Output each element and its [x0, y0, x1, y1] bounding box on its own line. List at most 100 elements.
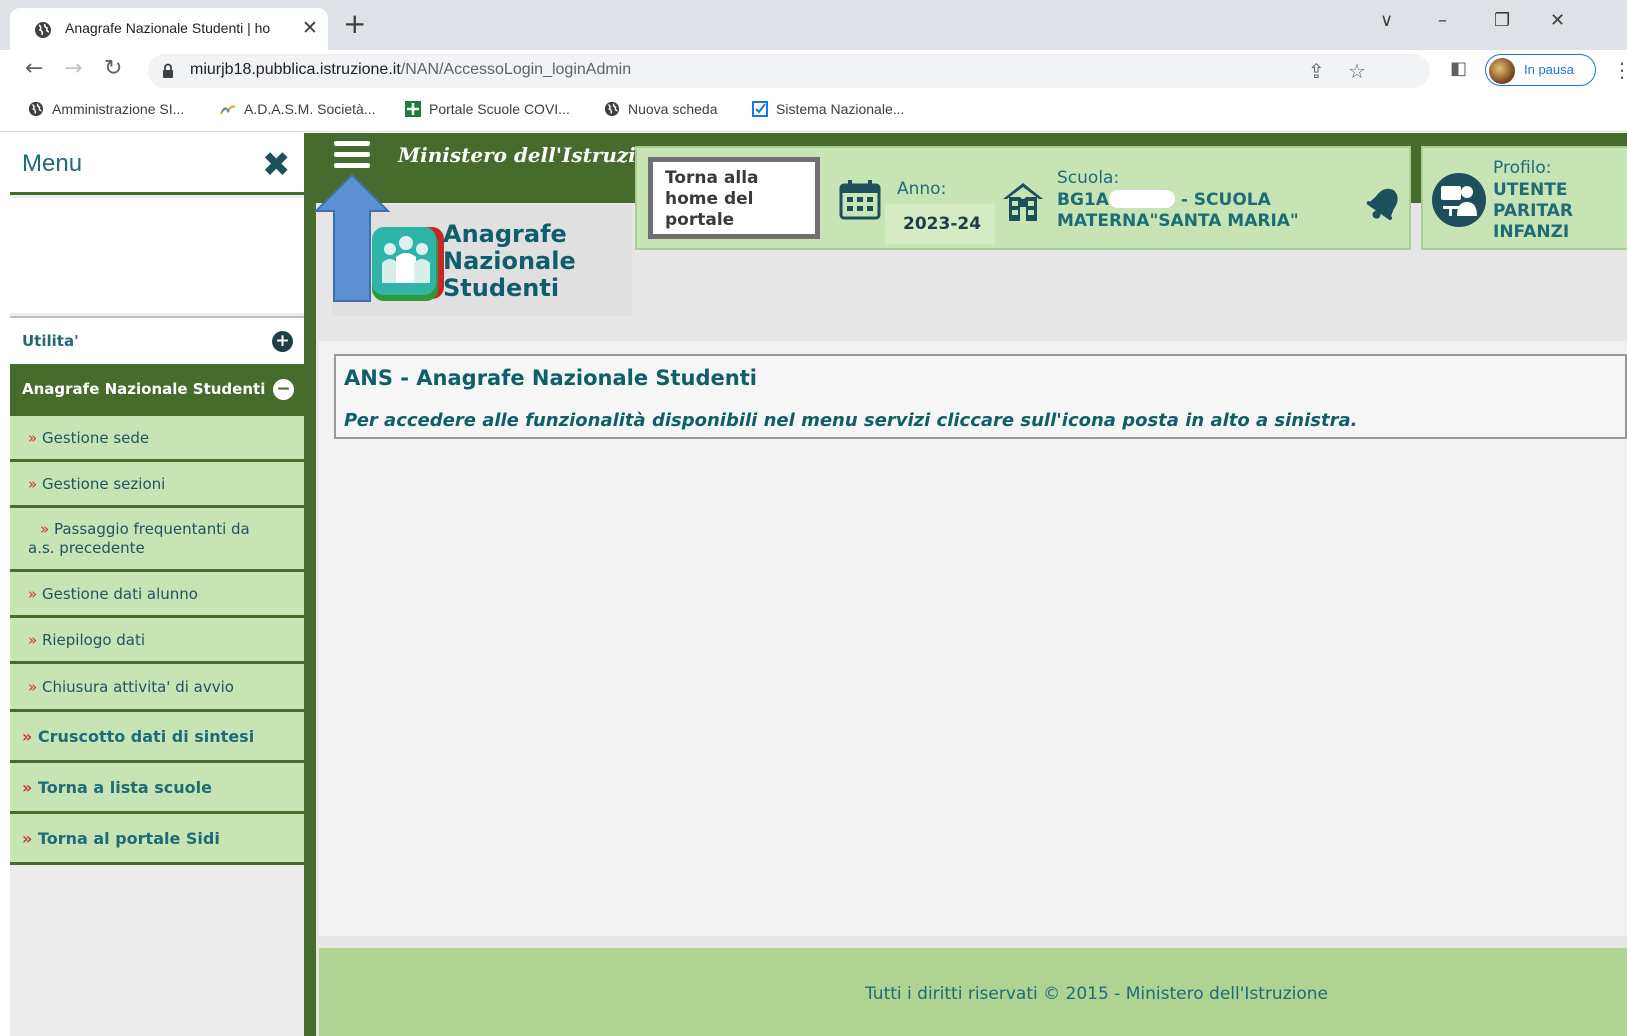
tab-close-icon[interactable]: ✕ [302, 17, 318, 39]
window-close-icon[interactable]: ✕ [1550, 10, 1565, 31]
sidebar-item-label: Passaggio frequentanti da a.s. precedent… [28, 520, 250, 557]
bullet: » [28, 585, 38, 603]
forward-icon[interactable]: → [64, 56, 82, 81]
bookmark-covid-portal[interactable]: Portale Scuole COVI... [405, 101, 570, 117]
anno-label: Anno: [897, 179, 947, 199]
sidebar-item-label: Torna a lista scuole [37, 778, 212, 797]
browser-toolbar: ← → ↻ miurjb18.pubblica.istruzione.it/NA… [0, 50, 1627, 92]
bullet: » [28, 475, 38, 493]
bookmark-label: Portale Scuole COVI... [429, 101, 570, 117]
sidebar-item-label: Gestione sede [41, 429, 150, 447]
collapse-minus-icon[interactable]: − [273, 379, 294, 400]
info-message: Per accedere alle funzionalità disponibi… [344, 410, 1358, 431]
profilo-line: INFANZI [1493, 222, 1570, 242]
globe-icon [604, 101, 620, 117]
bell-icon[interactable] [1363, 183, 1405, 225]
bookmark-amministrazione[interactable]: Amministrazione SI... [28, 101, 184, 117]
bookmark-label: Nuova scheda [628, 101, 718, 117]
sidebar-item-label: Utilita' [22, 332, 79, 350]
sidebar-section-label: Anagrafe Nazionale Studenti [22, 380, 266, 398]
profile-button[interactable]: In pausa [1485, 54, 1596, 86]
user-profile-icon [1432, 173, 1486, 227]
profile-panel: Profilo: UTENTE PARITAR INFANZI [1421, 146, 1627, 250]
bullet: » [28, 631, 38, 649]
anno-value: 2023-24 [903, 214, 982, 234]
sidebar-item-label: Gestione dati alunno [41, 585, 198, 603]
sidebar-item-label: Chiusura attivita' di avvio [41, 678, 234, 696]
bookmark-adasm[interactable]: A.D.A.S.M. Società... [220, 101, 376, 117]
user-info-panel: Torna alla home del portale Anno: 2023-2… [635, 146, 1411, 250]
close-icon[interactable]: ✖ [262, 145, 291, 185]
hamburger-menu-icon[interactable] [334, 139, 372, 173]
sidebar-item-label: Torna al portale Sidi [37, 829, 220, 848]
bookmarks-bar: Amministrazione SI... A.D.A.S.M. Società… [0, 92, 1627, 132]
footer-copyright: Tutti i diritti riservati © 2015 - Minis… [865, 984, 1328, 1004]
calendar-icon [839, 180, 881, 220]
back-icon[interactable]: ← [25, 56, 43, 81]
sidebar-menu: Menu ✖ Utilita' + Anagrafe Nazionale Stu… [10, 133, 316, 1036]
share-icon[interactable]: ⇪ [1308, 59, 1325, 83]
profilo-value: UTENTE PARITAR INFANZI [1493, 180, 1573, 243]
logo-line: Anagrafe [443, 220, 567, 248]
logo-line: Nazionale [443, 247, 576, 275]
sidebar-item-riepilogo-dati[interactable]: » Riepilogo dati [10, 618, 304, 664]
sidebar-header: Menu ✖ [10, 133, 304, 195]
restore-icon[interactable]: ❐ [1494, 10, 1510, 31]
tab-title: Anagrafe Nazionale Studenti | ho [65, 20, 271, 36]
bookmark-label: Sistema Nazionale... [776, 101, 905, 117]
sidebar-item-portale-sidi[interactable]: » Torna al portale Sidi [10, 814, 304, 865]
redacted-code [1108, 190, 1175, 208]
sidebar-item-label: Gestione sezioni [41, 475, 166, 493]
star-icon[interactable]: ☆ [1348, 59, 1366, 83]
minimize-icon[interactable]: – [1438, 10, 1447, 31]
sidebar-title: Menu [22, 150, 83, 177]
url-path: /NAN/AccessoLogin_loginAdmin [400, 61, 632, 78]
address-bar[interactable]: miurjb18.pubblica.istruzione.it/NAN/Acce… [148, 54, 1430, 88]
content-panel: ANS - Anagrafe Nazionale Studenti Per ac… [334, 354, 1627, 439]
ans-logo-text: Anagrafe Nazionale Studenti [443, 221, 576, 302]
annotation-arrow-icon [313, 173, 391, 302]
globe-icon [28, 101, 44, 117]
bullet: » [22, 778, 33, 797]
bookmark-sistema-nazionale[interactable]: Sistema Nazionale... [752, 101, 904, 117]
browser-tab[interactable]: Anagrafe Nazionale Studenti | ho ✕ [10, 8, 328, 50]
sidebar-item-passaggio-frequentanti[interactable]: » Passaggio frequentanti da a.s. precede… [10, 508, 304, 572]
expand-plus-icon[interactable]: + [272, 331, 293, 352]
bookmark-nuova-scheda[interactable]: Nuova scheda [604, 101, 718, 117]
scuola-value: BG1A - SCUOLA MATERNA"SANTA MARIA" [1057, 190, 1397, 232]
url-text: miurjb18.pubblica.istruzione.it/NAN/Acce… [190, 61, 631, 79]
side-panel-icon[interactable]: ◧ [1450, 58, 1467, 79]
torna-home-label: Torna alla home del portale [665, 168, 759, 230]
menu-icon[interactable]: ⋮ [1612, 58, 1627, 82]
page: Menu ✖ Utilita' + Anagrafe Nazionale Stu… [10, 133, 1627, 1036]
sidebar-item-gestione-sede[interactable]: » Gestione sede [10, 416, 304, 462]
anno-selector[interactable]: 2023-24 [885, 204, 995, 244]
sidebar-spacer [10, 198, 304, 313]
reload-icon[interactable]: ↻ [104, 56, 122, 81]
profilo-line: PARITAR [1493, 201, 1573, 221]
lock-icon[interactable] [162, 63, 174, 79]
scuola-code: BG1A [1057, 190, 1109, 210]
bullet: » [22, 829, 33, 848]
bookmark-label: A.D.A.S.M. Società... [244, 101, 376, 117]
sidebar-section-anagrafe[interactable]: Anagrafe Nazionale Studenti − [10, 364, 304, 416]
adasm-icon [220, 105, 236, 115]
page-title: ANS - Anagrafe Nazionale Studenti [344, 366, 757, 390]
school-icon [1003, 183, 1043, 221]
footer: Tutti i diritti riservati © 2015 - Minis… [319, 948, 1627, 1036]
sidebar-item-gestione-dati-alunno[interactable]: » Gestione dati alunno [10, 572, 304, 618]
sidebar-item-label: Riepilogo dati [41, 631, 146, 649]
bullet: » [40, 520, 50, 538]
globe-icon [35, 22, 51, 38]
sidebar-item-cruscotto[interactable]: » Cruscotto dati di sintesi [10, 712, 304, 763]
sidebar-item-chiusura-attivita[interactable]: » Chiusura attivita' di avvio [10, 664, 304, 712]
new-tab-button[interactable]: + [343, 10, 366, 38]
sidebar-item-lista-scuole[interactable]: » Torna a lista scuole [10, 763, 304, 814]
avatar [1489, 58, 1515, 84]
profilo-line: UTENTE [1493, 180, 1568, 200]
covid-portal-icon [405, 101, 421, 117]
sidebar-item-gestione-sezioni[interactable]: » Gestione sezioni [10, 462, 304, 508]
torna-home-button[interactable]: Torna alla home del portale [648, 157, 820, 239]
tab-search-icon[interactable]: ∨ [1380, 10, 1393, 31]
sidebar-item-utilita[interactable]: Utilita' + [10, 316, 304, 364]
